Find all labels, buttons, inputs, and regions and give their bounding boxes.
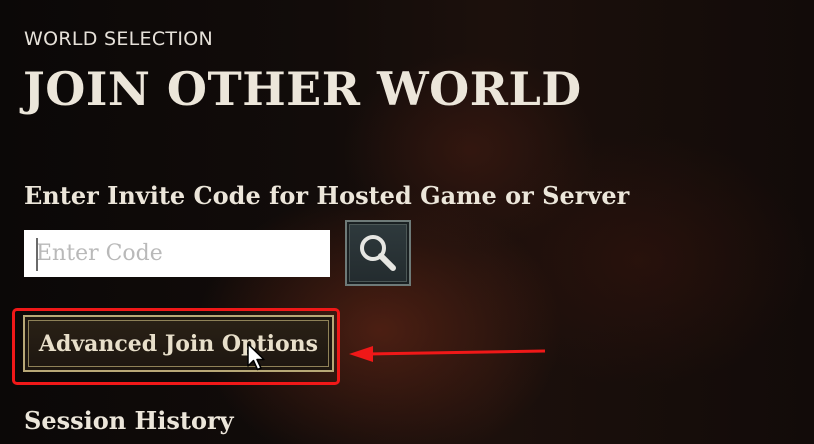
page-title: JOIN OTHER WORLD bbox=[23, 62, 582, 116]
section-label: WORLD SELECTION bbox=[24, 28, 213, 50]
search-button[interactable] bbox=[345, 220, 411, 286]
session-history-heading: Session History bbox=[24, 406, 234, 435]
magnifier-icon bbox=[360, 235, 396, 271]
mouse-cursor-icon bbox=[247, 343, 265, 371]
advanced-join-options-label: Advanced Join Options bbox=[38, 330, 319, 357]
text-caret bbox=[36, 238, 38, 271]
invite-code-label: Enter Invite Code for Hosted Game or Ser… bbox=[24, 181, 630, 210]
advanced-join-options-button[interactable]: Advanced Join Options bbox=[23, 315, 334, 372]
invite-code-input[interactable] bbox=[24, 230, 330, 277]
pointer-arrow-icon bbox=[349, 346, 546, 362]
